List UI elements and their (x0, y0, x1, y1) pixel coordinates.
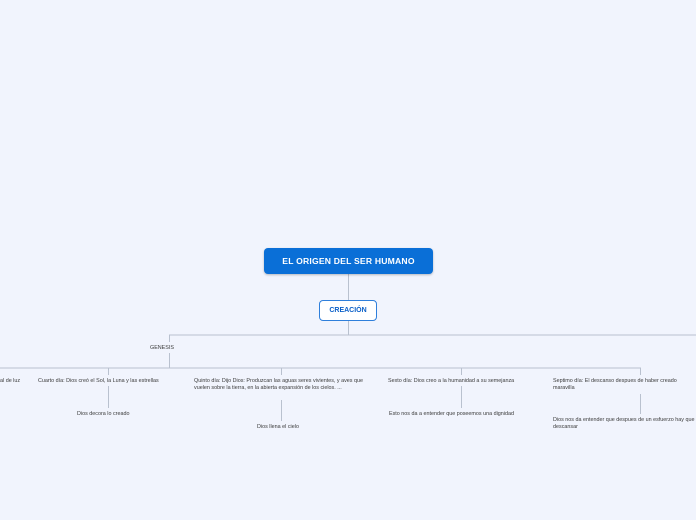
day-partial-luz[interactable]: al de luz (0, 378, 30, 385)
day-4-topic[interactable]: Cuarto día: Dios creó el Sol, la Luna y … (38, 378, 188, 385)
day-7-subtopic[interactable]: Dios nos da entender que despues de un e… (553, 417, 696, 430)
root-topic[interactable]: EL ORIGEN DEL SER HUMANO (264, 248, 433, 274)
main-topic-creacion[interactable]: CREACIÓN (319, 300, 377, 321)
day-5-topic[interactable]: Quinto día: Dijo Dios: Produzcan las agu… (194, 378, 370, 391)
day-6-subtopic[interactable]: Esto nos da a entender que poseemos una … (389, 411, 539, 418)
branch-genesis[interactable]: GENESIS (150, 345, 190, 352)
day-5-subtopic[interactable]: Dios llena el cielo (257, 424, 317, 431)
day-4-subtopic[interactable]: Dios decora lo creado (77, 411, 157, 418)
day-7-topic[interactable]: Septimo día: El descanso despues de habe… (553, 378, 696, 391)
day-6-topic[interactable]: Sexto día: Dios creo a la humanidad a su… (388, 378, 540, 385)
